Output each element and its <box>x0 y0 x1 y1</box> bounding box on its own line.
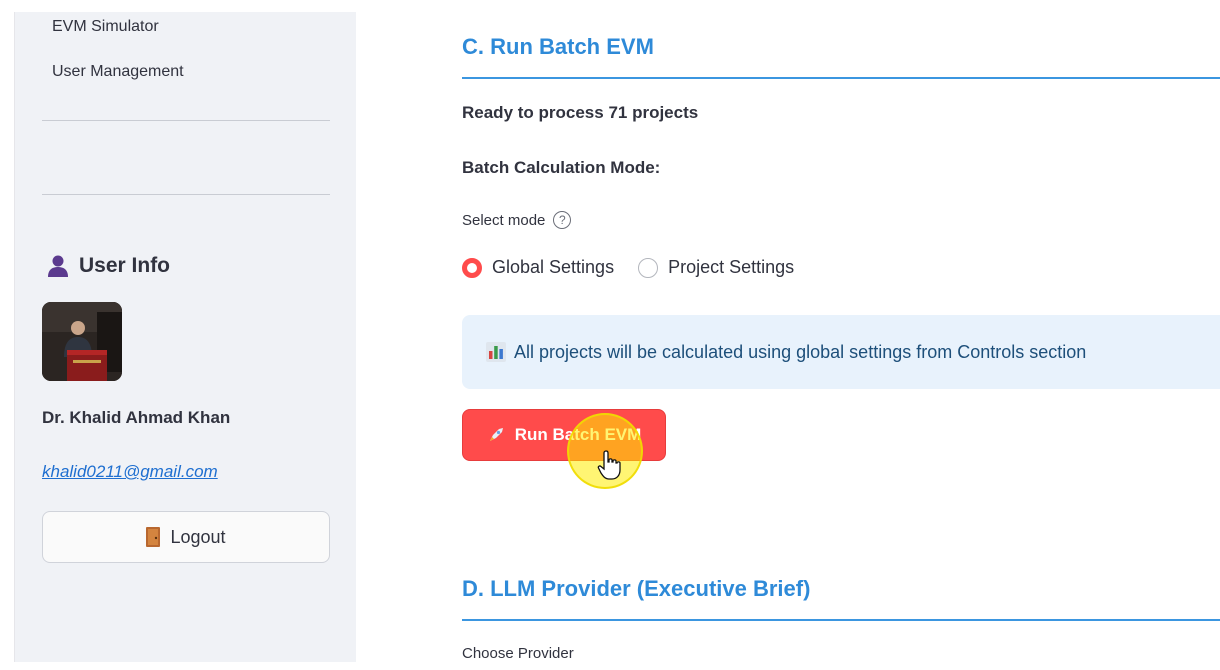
avatar <box>42 302 122 381</box>
question-circle-icon[interactable]: ? <box>553 211 572 229</box>
bar-chart-icon <box>486 342 506 362</box>
radio-global-settings[interactable]: Global Settings <box>462 257 614 278</box>
radio-label-global: Global Settings <box>492 257 615 277</box>
select-mode-text: Select mode <box>462 211 546 229</box>
select-mode-label: Select mode ? <box>462 211 572 229</box>
sidebar-item-user-management[interactable]: User Management <box>52 63 184 81</box>
user-info-heading: User Info <box>47 254 170 278</box>
door-icon <box>146 527 161 547</box>
sidebar-item-evm-simulator[interactable]: EVM Simulator <box>52 18 159 36</box>
section-d-rule <box>462 619 1220 621</box>
radio-button-unselected[interactable] <box>638 257 659 278</box>
user-name: Dr. Khalid Ahmad Khan <box>42 408 231 427</box>
sidebar-divider <box>42 194 330 195</box>
radio-label-project: Project Settings <box>668 257 795 277</box>
pointer-hand-icon <box>597 450 621 480</box>
sidebar-divider <box>42 120 330 121</box>
logout-button[interactable]: Logout <box>42 511 330 563</box>
mode-radio-group: Global Settings Project Settings <box>462 257 794 278</box>
user-info-title: User Info <box>79 254 171 277</box>
sidebar: EVM Simulator User Management User Info <box>15 12 356 662</box>
app-window: EVM Simulator User Management User Info <box>14 12 1220 662</box>
section-d-title: D. LLM Provider (Executive Brief) <box>462 576 811 601</box>
avatar-photo <box>42 302 122 381</box>
radio-button-selected[interactable] <box>462 257 482 278</box>
section-c-rule <box>462 77 1220 79</box>
rocket-icon <box>489 428 503 441</box>
choose-provider-label: Choose Provider <box>462 645 574 662</box>
section-c-title: C. Run Batch EVM <box>462 34 654 59</box>
ready-status-text: Ready to process 71 projects <box>462 103 699 122</box>
info-alert-text: All projects will be calculated using gl… <box>514 341 1087 362</box>
batch-mode-heading: Batch Calculation Mode: <box>462 158 661 177</box>
info-alert: All projects will be calculated using gl… <box>462 315 1220 389</box>
radio-project-settings[interactable]: Project Settings <box>638 257 794 278</box>
logout-label: Logout <box>170 526 226 547</box>
main-content: C. Run Batch EVM Ready to process 71 pro… <box>356 12 1220 662</box>
user-email-link[interactable]: khalid0211@gmail.com <box>42 462 218 482</box>
user-silhouette-icon <box>48 255 68 277</box>
